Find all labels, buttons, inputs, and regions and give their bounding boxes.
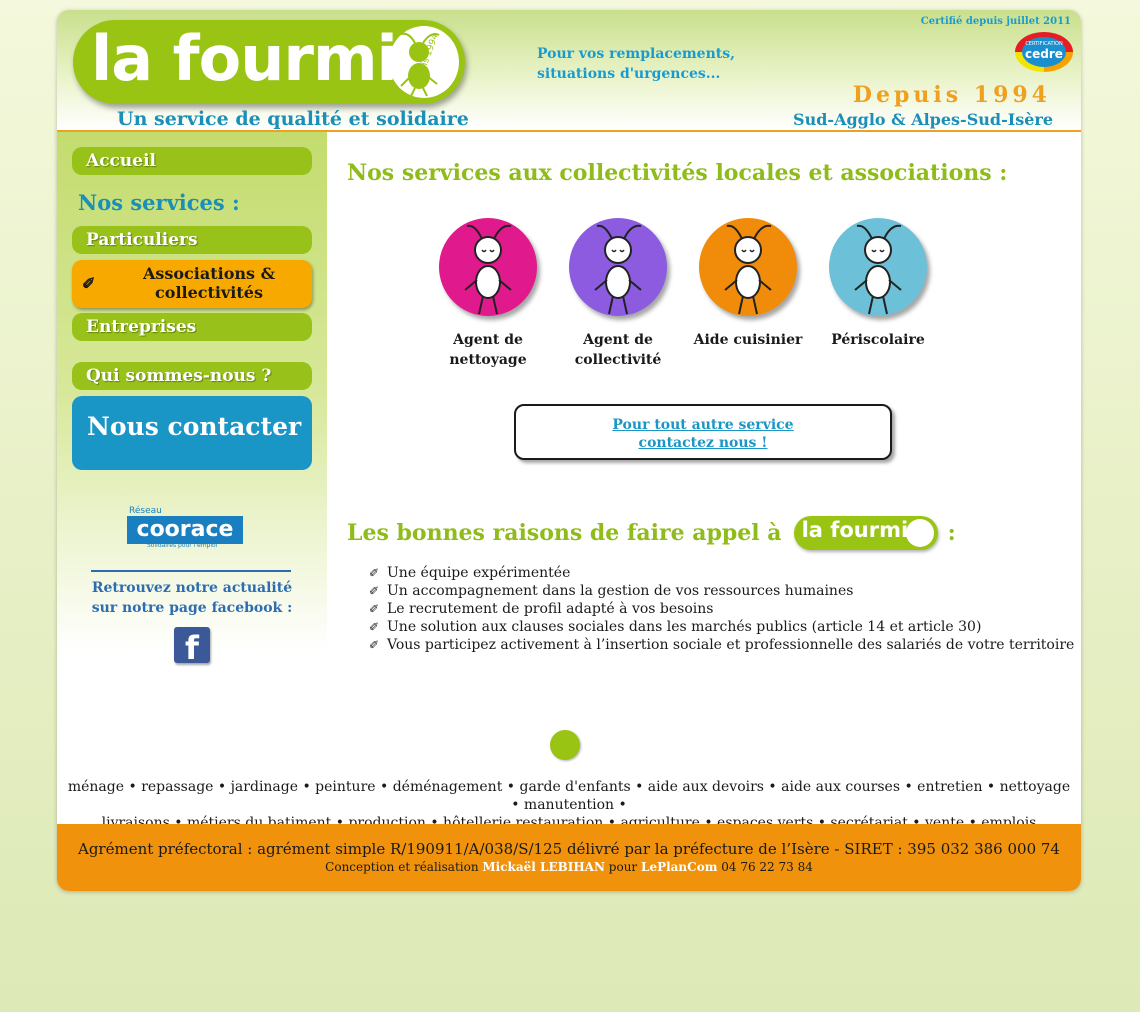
inline-logo: la fourmi xyxy=(793,516,938,550)
slogan-line-1: Pour vos remplacements, xyxy=(537,46,735,62)
facebook-icon[interactable]: f xyxy=(174,627,210,667)
since-1994: Depuis 1994 xyxy=(852,82,1051,108)
list-item-text: Une solution aux clauses sociales dans l… xyxy=(387,619,982,635)
service-cuisinier[interactable]: Aide cuisinier xyxy=(693,218,803,350)
school-ant-icon xyxy=(829,218,927,316)
agrement-text: Agrément préfectoral : agrément simple R… xyxy=(78,840,1060,858)
other-service-link[interactable]: Pour tout autre service xyxy=(516,416,890,434)
ant-bullet-icon: ✐ xyxy=(369,566,380,580)
list-item-text: Vous participez activement à l’insertion… xyxy=(387,637,1075,653)
ant-figure xyxy=(854,224,902,315)
service-caption: Périscolaire xyxy=(823,330,933,350)
reasons-title-text: Les bonnes raisons de faire appel à xyxy=(347,520,782,546)
ant-figure xyxy=(724,224,772,315)
ant-figure xyxy=(464,224,512,315)
nav-associations-line-2: collectivités xyxy=(155,283,263,302)
header-slogan: Pour vos remplacements, situations d'urg… xyxy=(537,44,757,84)
nav-associations-line-1: Associations & xyxy=(142,264,276,283)
credits: Conception et réalisation Mickaël LEBIHA… xyxy=(57,860,1081,874)
caption-line-2: collectivité xyxy=(574,352,662,368)
author-link[interactable]: Mickaël LEBIHAN xyxy=(482,860,605,874)
cedre-inner: CERTIFICATION cedre xyxy=(1022,37,1066,67)
reasons-colon: : xyxy=(947,520,956,546)
ant-figure xyxy=(594,224,642,315)
credits-prefix: Conception et réalisation xyxy=(325,860,479,874)
credits-mid: pour xyxy=(608,860,638,874)
caption-line-1: Agent de xyxy=(453,332,523,348)
header: la fourmi Depuis 1994 Un service de qual… xyxy=(57,10,1081,132)
agency-link[interactable]: LePlanCom xyxy=(641,860,717,874)
other-service-box: Pour tout autre service contactez nous ! xyxy=(514,404,892,460)
service-caption: Agent de collectivité xyxy=(563,330,673,370)
service-caption: Agent de nettoyage xyxy=(433,330,543,370)
caption-line-1: Agent de xyxy=(583,332,653,348)
coorace-logo[interactable]: Réseau coorace Solidaires pour l'emploi xyxy=(127,506,243,550)
service-caption: Aide cuisinier xyxy=(693,330,803,350)
coorace-brand: coorace xyxy=(127,516,243,544)
facebook-line-1: Retrouvez notre actualité xyxy=(91,580,293,596)
collective-ant-icon xyxy=(569,218,667,316)
divider xyxy=(91,570,291,572)
contact-us-link[interactable]: contactez nous ! xyxy=(516,434,890,452)
region: Sud-Agglo & Alpes-Sud-Isère xyxy=(793,110,1053,129)
ant-bullet-icon: ✐ xyxy=(369,602,380,616)
nav-particuliers[interactable]: Particuliers xyxy=(72,226,312,254)
cedre-certification-logo: CERTIFICATION cedre xyxy=(1015,32,1073,72)
site-logo[interactable]: la fourmi Depuis 1994 xyxy=(73,20,465,104)
cook-ant-icon xyxy=(699,218,797,316)
nav-home[interactable]: Accueil xyxy=(72,147,312,175)
coorace-subtitle: Solidaires pour l'emploi xyxy=(147,542,218,549)
list-item-text: Une équipe expérimentée xyxy=(387,565,571,581)
phone: 04 76 22 73 84 xyxy=(721,860,813,874)
inline-logo-text: la fourmi xyxy=(801,518,909,542)
reasons-list: ✐ Une équipe expérimentée ✐ Un accompagnem… xyxy=(369,564,1074,654)
tagline: Un service de qualité et solidaire xyxy=(117,108,469,130)
coorace-reseau: Réseau xyxy=(129,506,162,516)
slogan-line-2: situations d'urgences... xyxy=(537,66,721,82)
reasons-heading: Les bonnes raisons de faire appel à la f… xyxy=(347,516,956,550)
service-collectivite[interactable]: Agent de collectivité xyxy=(563,218,673,370)
footer: Agrément préfectoral : agrément simple R… xyxy=(57,824,1081,891)
list-item: ✐ Le recrutement de profil adapté à vos b… xyxy=(369,600,1074,618)
page-title: Nos services aux collectivités locales e… xyxy=(347,160,1008,186)
nav-about[interactable]: Qui sommes-nous ? xyxy=(72,362,312,390)
facebook-text: Retrouvez notre actualité sur notre page… xyxy=(87,578,297,618)
caption-line-2: nettoyage xyxy=(449,352,527,368)
list-item: ✐ Un accompagnement dans la gestion de vo… xyxy=(369,582,1074,600)
services-heading: Nos services : xyxy=(78,190,240,215)
ant-footer-icon xyxy=(550,730,580,760)
list-item: ✐ Vous participez activement à l’insertio… xyxy=(369,636,1074,654)
sidebar: Accueil Nos services : Particuliers ✐ As… xyxy=(57,132,327,667)
nav-associations-label: Associations & collectivités xyxy=(106,264,312,302)
facebook-line-2: sur notre page facebook : xyxy=(91,600,293,616)
logo-text: la fourmi xyxy=(91,22,398,95)
nav-associations[interactable]: ✐ Associations & collectivités xyxy=(72,260,312,308)
service-periscolaire[interactable]: Périscolaire xyxy=(823,218,933,350)
caption-line-1: Aide cuisinier xyxy=(693,332,803,348)
contact-button[interactable]: Nous contacter xyxy=(72,396,312,470)
list-item-text: Le recrutement de profil adapté à vos be… xyxy=(387,601,714,617)
ant-bullet-icon: ✐ xyxy=(82,274,96,293)
list-item: ✐ Une solution aux clauses sociales dans … xyxy=(369,618,1074,636)
keywords-line-1: ménage • repassage • jardinage • peintur… xyxy=(67,779,1071,813)
caption-line-1: Périscolaire xyxy=(831,332,925,348)
list-item: ✐ Une équipe expérimentée xyxy=(369,564,1074,582)
cedre-brand-text: cedre xyxy=(1025,47,1063,61)
cleaning-ant-icon xyxy=(439,218,537,316)
ant-bullet-icon: ✐ xyxy=(369,638,380,652)
certified-text: Certifié depuis juillet 2011 xyxy=(920,16,1071,27)
ant-bullet-icon: ✐ xyxy=(369,584,380,598)
ant-logo-icon: Depuis 1994 xyxy=(389,26,459,98)
page-container: la fourmi Depuis 1994 Un service de qual… xyxy=(57,10,1081,891)
ant-logo-icon xyxy=(905,519,934,547)
ant-bullet-icon: ✐ xyxy=(369,620,380,634)
nav-entreprises[interactable]: Entreprises xyxy=(72,313,312,341)
list-item-text: Un accompagnement dans la gestion de vos… xyxy=(387,583,854,599)
service-nettoyage[interactable]: Agent de nettoyage xyxy=(433,218,543,370)
